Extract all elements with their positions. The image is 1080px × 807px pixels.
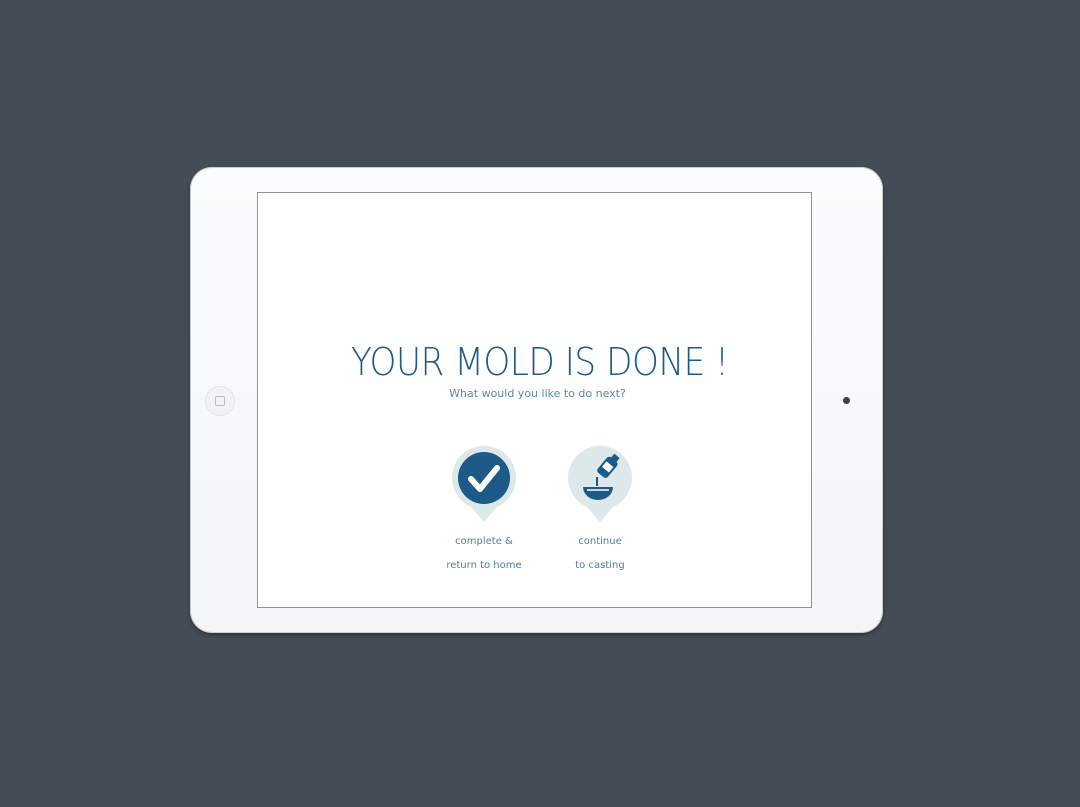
page-subtitle: What would you like to do next? bbox=[449, 387, 626, 400]
continue-casting-button[interactable]: continue to casting bbox=[540, 445, 660, 571]
checkmark-icon bbox=[452, 445, 516, 522]
complete-label-line1: complete & bbox=[455, 536, 513, 547]
page-title: YOUR MOLD IS DONE ! bbox=[350, 340, 729, 384]
continue-label-line2: to casting bbox=[575, 560, 625, 571]
complete-label-line2: return to home bbox=[446, 560, 522, 571]
pour-bottle-bowl-icon bbox=[568, 445, 632, 522]
complete-return-home-button[interactable]: complete & return to home bbox=[424, 445, 544, 571]
continue-label-line1: continue bbox=[578, 536, 622, 547]
